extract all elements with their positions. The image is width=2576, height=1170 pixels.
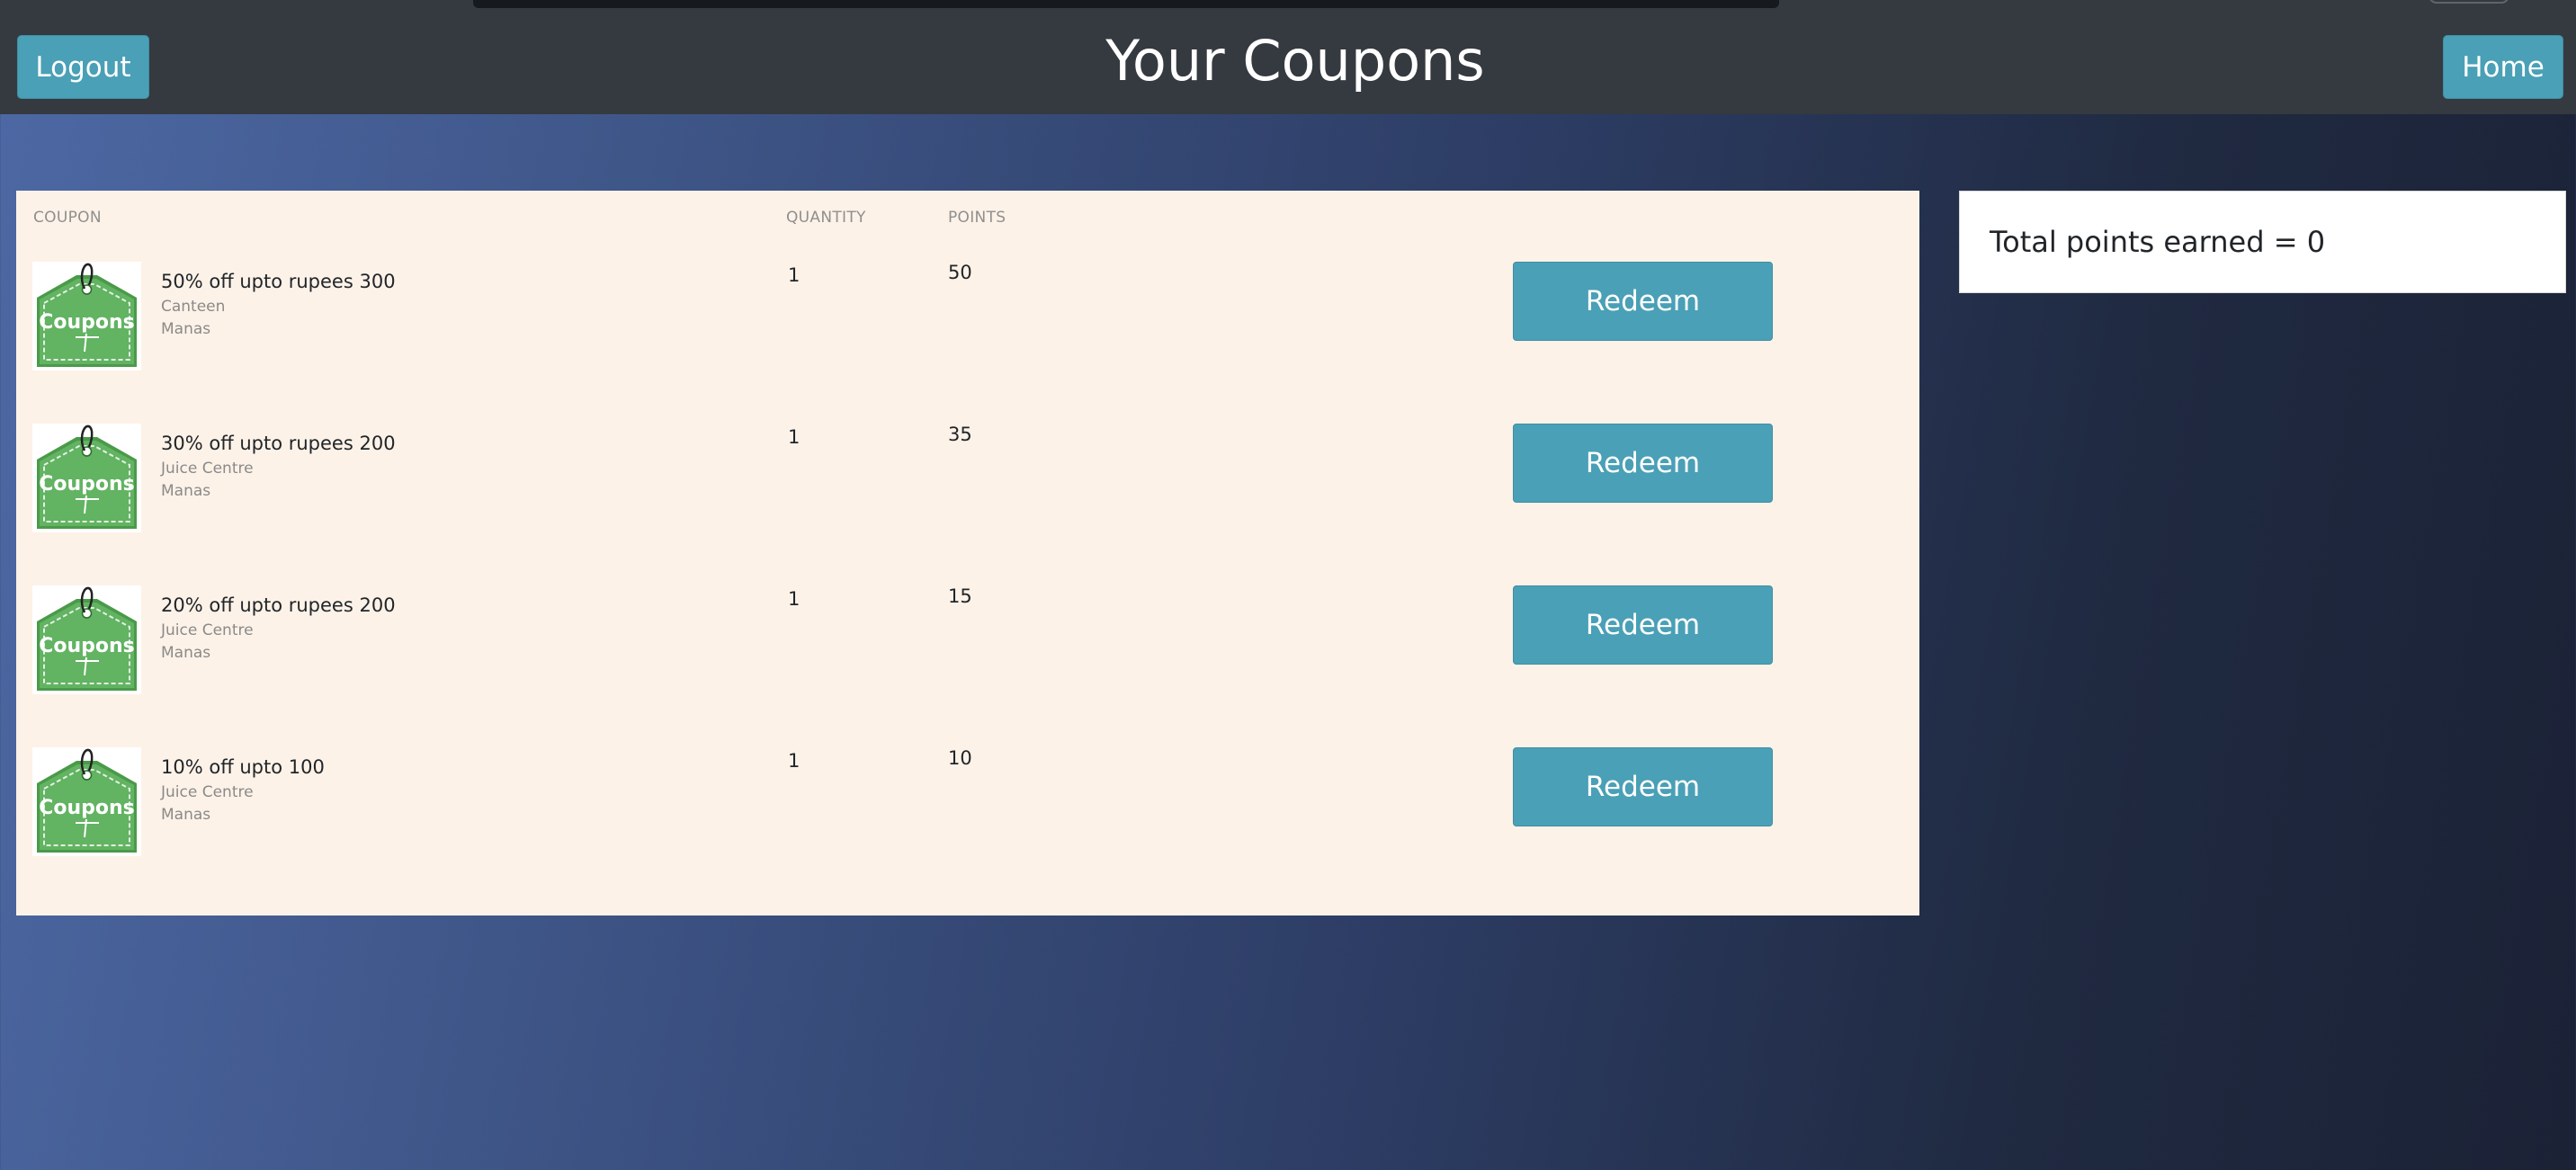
coupon-points: 50 <box>948 262 972 283</box>
table-row: Coupons 20% off upto rupees 200 Juice Ce… <box>16 585 1919 747</box>
coupon-location: Manas <box>161 644 211 662</box>
coupon-tag-icon: Coupons <box>32 585 141 694</box>
coupon-points: 15 <box>948 585 972 607</box>
coupon-tag-icon: Coupons <box>32 424 141 532</box>
coupon-tag-icon: Coupons <box>32 262 141 371</box>
coupon-quantity: 1 <box>788 750 801 772</box>
coupon-location: Manas <box>161 806 211 824</box>
coupon-points: 10 <box>948 747 972 769</box>
table-row: Coupons 50% off upto rupees 300 Canteen … <box>16 262 1919 424</box>
column-header-quantity: QUANTITY <box>786 209 866 227</box>
redeem-button[interactable]: Redeem <box>1513 424 1773 503</box>
coupon-title: 30% off upto rupees 200 <box>161 433 396 454</box>
coupon-vendor: Juice Centre <box>161 783 254 801</box>
coupon-title: 10% off upto 100 <box>161 756 325 778</box>
svg-text:Coupons: Coupons <box>39 311 135 334</box>
redeem-button[interactable]: Redeem <box>1513 262 1773 341</box>
total-points-card: Total points earned = 0 <box>1959 191 2566 293</box>
top-strip <box>473 0 1779 8</box>
coupon-location: Manas <box>161 320 211 338</box>
coupon-location: Manas <box>161 482 211 500</box>
total-points-text: Total points earned = 0 <box>1990 225 2326 259</box>
top-navbar: Logout Your Coupons Home <box>0 0 2576 114</box>
table-row: Coupons 10% off upto 100 Juice Centre Ma… <box>16 747 1919 909</box>
svg-text:Coupons: Coupons <box>39 797 135 819</box>
coupon-quantity: 1 <box>788 264 801 286</box>
column-header-coupon: COUPON <box>33 209 102 227</box>
table-row: Coupons 30% off upto rupees 200 Juice Ce… <box>16 424 1919 585</box>
coupon-title: 50% off upto rupees 300 <box>161 271 396 292</box>
coupon-quantity: 1 <box>788 426 801 448</box>
svg-text:Coupons: Coupons <box>39 635 135 657</box>
redeem-button[interactable]: Redeem <box>1513 747 1773 826</box>
coupon-tag-icon: Coupons <box>32 747 141 856</box>
svg-text:Coupons: Coupons <box>39 473 135 496</box>
column-header-points: POINTS <box>948 209 1006 227</box>
top-corner-control <box>2428 0 2509 4</box>
coupon-title: 20% off upto rupees 200 <box>161 594 396 616</box>
coupon-vendor: Canteen <box>161 298 226 316</box>
home-button[interactable]: Home <box>2443 35 2563 99</box>
coupon-vendor: Juice Centre <box>161 621 254 639</box>
coupon-quantity: 1 <box>788 588 801 610</box>
page-title: Your Coupons <box>1105 28 1485 94</box>
redeem-button[interactable]: Redeem <box>1513 585 1773 665</box>
coupon-points: 35 <box>948 424 972 445</box>
coupon-vendor: Juice Centre <box>161 460 254 478</box>
